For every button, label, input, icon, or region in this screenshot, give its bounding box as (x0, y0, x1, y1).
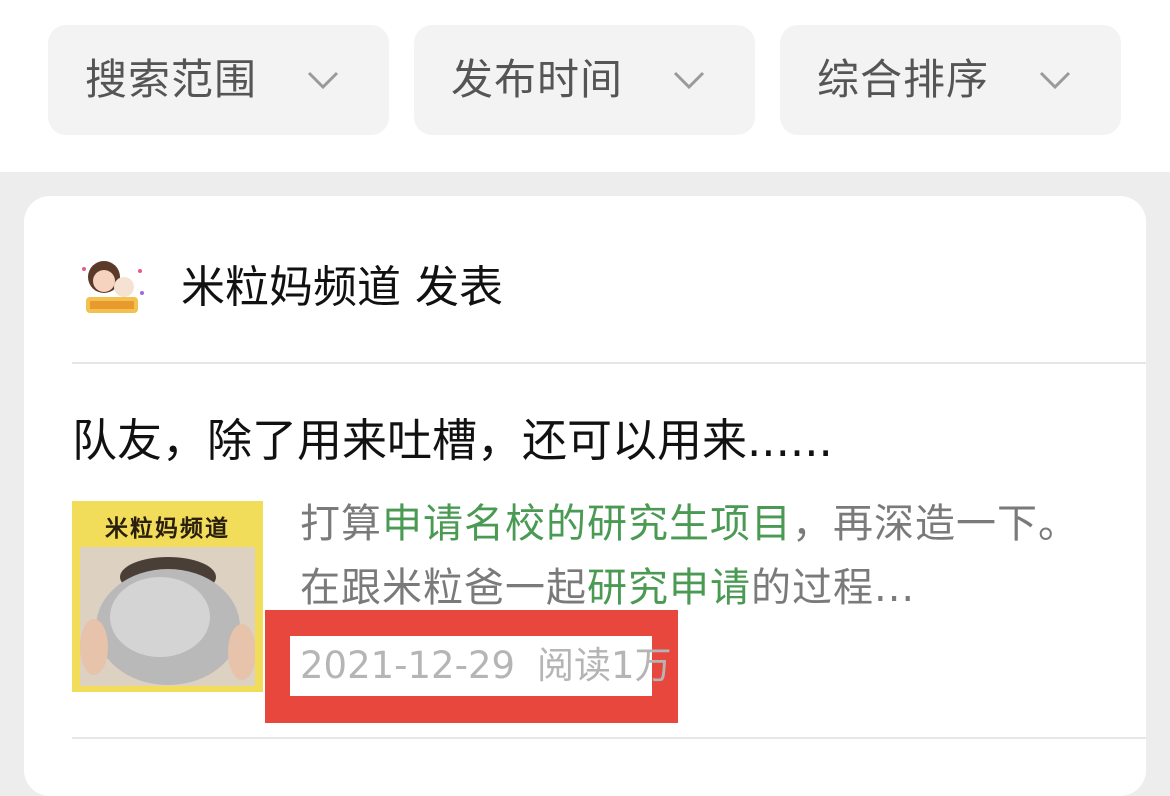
filter-sort[interactable]: 综合排序 (780, 25, 1121, 135)
filter-publish-time[interactable]: 发布时间 (414, 25, 755, 135)
excerpt-text: 的过程... (751, 565, 916, 611)
thumbnail-banner: 米粒妈频道 (105, 516, 230, 542)
filter-label: 搜索范围 (85, 55, 258, 104)
filter-label: 发布时间 (451, 55, 624, 104)
divider (72, 362, 1146, 364)
filter-search-scope[interactable]: 搜索范围 (48, 25, 389, 135)
author-line[interactable]: 米粒妈频道 发表 (181, 254, 503, 322)
excerpt-highlight: 研究申请 (587, 565, 751, 611)
avatar[interactable] (74, 251, 150, 327)
article-thumbnail[interactable]: 米粒妈频道 (72, 501, 263, 692)
chevron-down-icon (307, 71, 339, 90)
excerpt-highlight: 申请名校的研究生项目 (382, 501, 792, 547)
chevron-down-icon (673, 71, 705, 90)
chevron-down-icon (1039, 71, 1071, 90)
publish-date: 2021-12-29 (300, 644, 516, 687)
filter-label: 综合排序 (817, 55, 990, 104)
article-meta: 2021-12-29 阅读1万 (300, 636, 672, 696)
excerpt-text: 打算 (300, 501, 382, 547)
read-count: 阅读1万 (537, 644, 672, 687)
thumbnail-photo (80, 547, 255, 686)
article-excerpt[interactable]: 打算申请名校的研究生项目，再深造一下。在跟米粒爸一起研究申请的过程... (300, 492, 1090, 620)
article-title[interactable]: 队友，除了用来吐槽，还可以用来...... (72, 406, 833, 476)
filter-bar: 搜索范围 发布时间 综合排序 (0, 0, 1170, 172)
divider (72, 737, 1146, 739)
